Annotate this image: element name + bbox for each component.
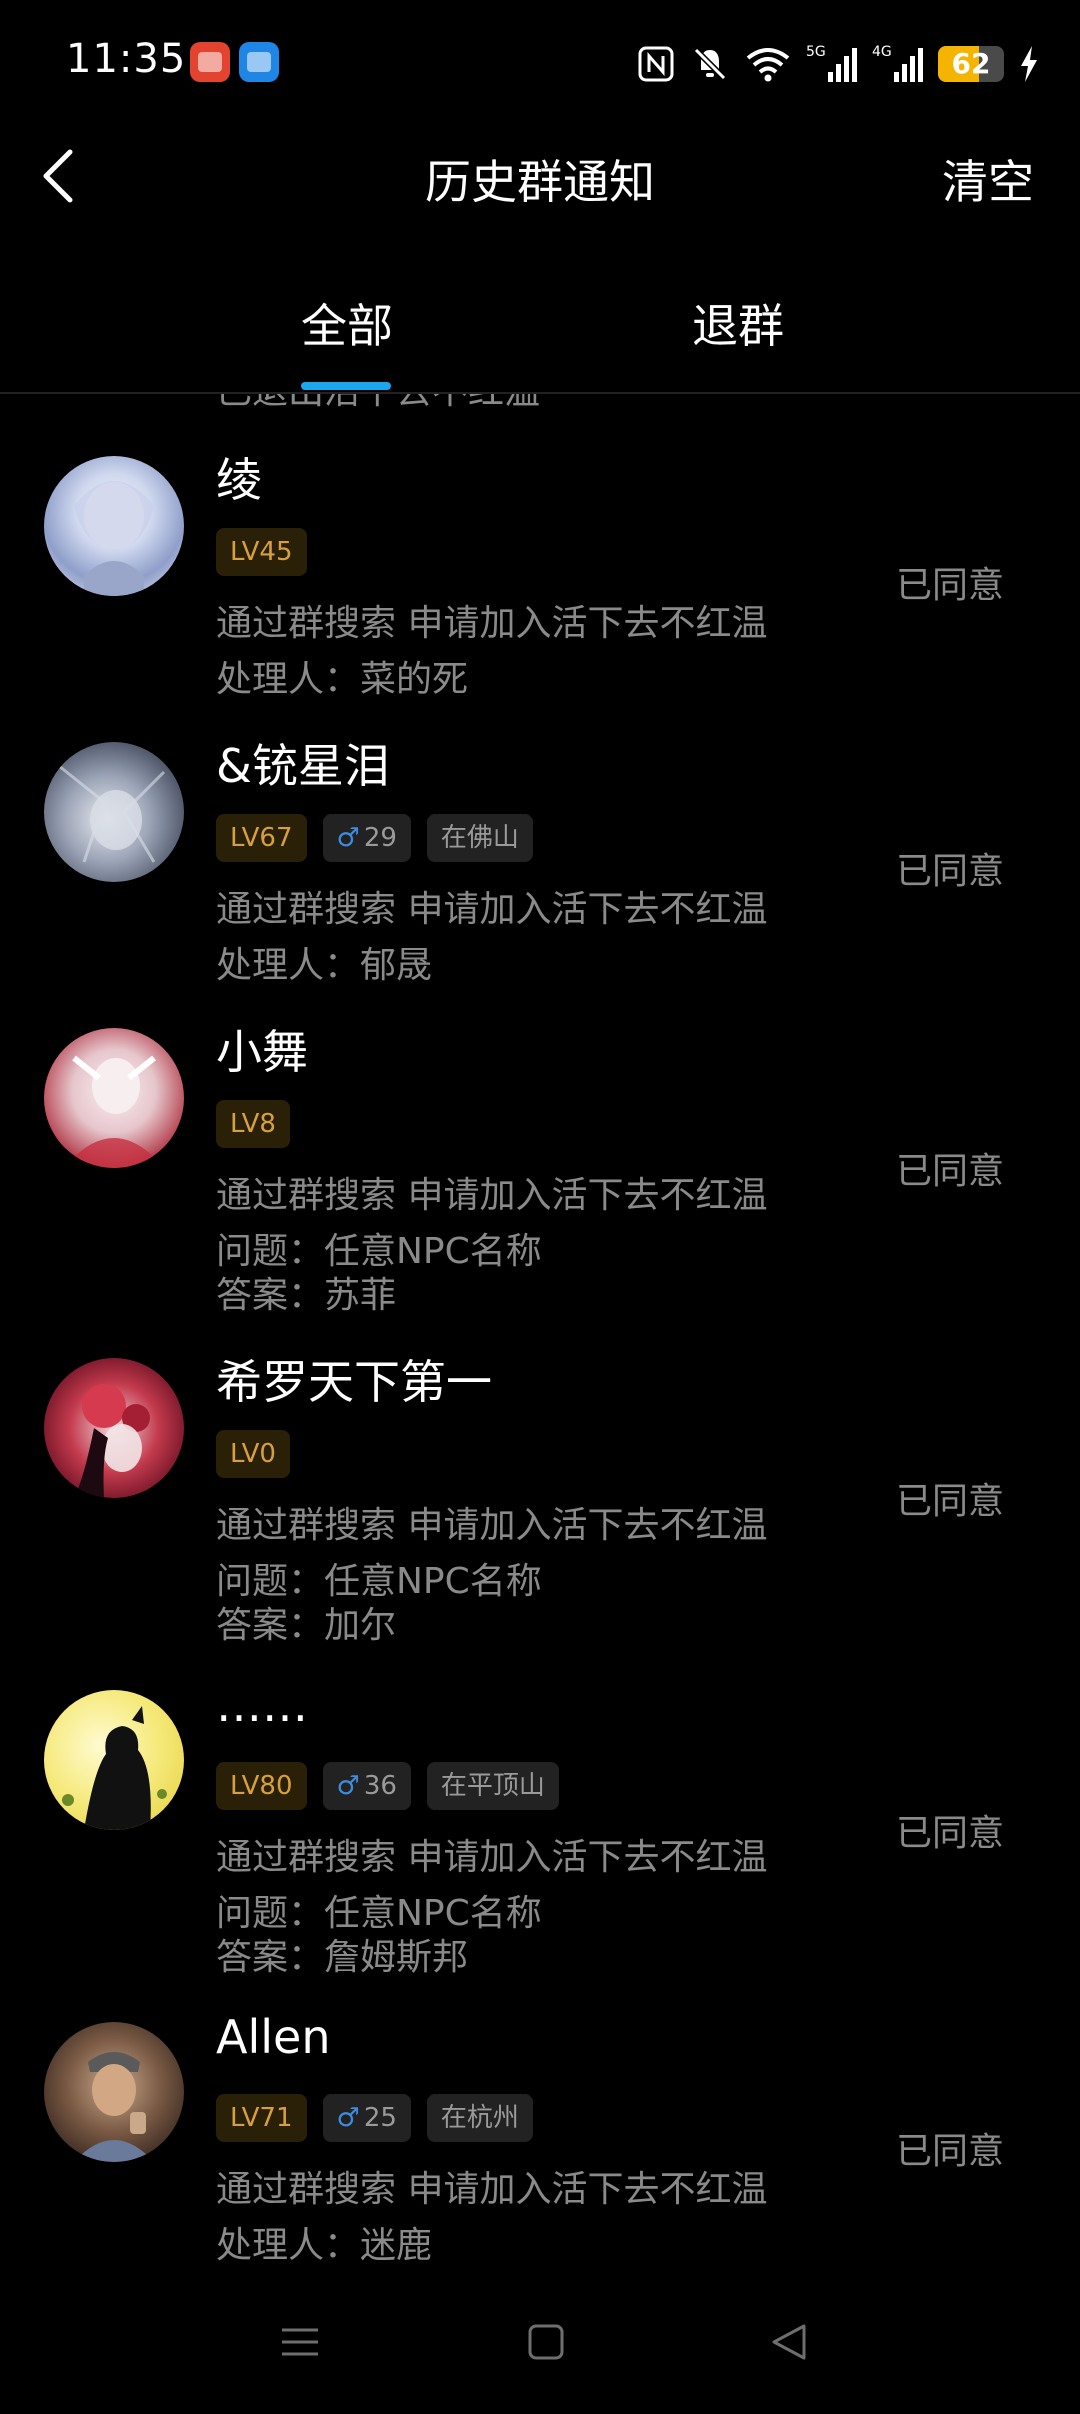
tab-all[interactable]: 全部: [227, 290, 467, 356]
nfc-icon: [638, 46, 674, 82]
male-icon: ♂: [336, 2103, 360, 2133]
request-description: 通过群搜索 申请加入活下去不红温: [216, 889, 768, 930]
level-badge: LV71: [216, 2094, 307, 2142]
active-tab-indicator: [301, 382, 391, 390]
system-navigation-bar: [0, 2284, 1080, 2414]
location-badge: 在佛山: [426, 814, 533, 862]
battery-level: 62: [951, 47, 991, 80]
status-label: 已同意: [895, 1481, 1004, 1522]
avatar[interactable]: [44, 1358, 184, 1498]
signal-4g-icon: 4G: [872, 44, 923, 82]
list-item[interactable]: 绫 LV45 通过群搜索 申请加入活下去不红温 处理人：菜的死 已同意: [0, 394, 1080, 700]
level-badge: LV45: [216, 528, 307, 576]
avatar[interactable]: [44, 742, 184, 882]
member-name: 希罗天下第一: [216, 1355, 492, 1409]
wifi-icon: [746, 48, 790, 82]
status-icons: 5G 4G 62: [636, 40, 1040, 88]
request-description: 通过群搜索 申请加入活下去不红温: [216, 1837, 768, 1878]
app-notification-icon: [190, 42, 230, 82]
tab-quit-group[interactable]: 退群: [618, 290, 858, 356]
request-description: 通过群搜索 申请加入活下去不红温: [216, 1505, 768, 1546]
signal-5g-icon: 5G: [806, 44, 857, 82]
avatar[interactable]: [44, 1690, 184, 1830]
back-triangle-icon[interactable]: [766, 2320, 810, 2364]
tab-bar: 全部 退群: [0, 270, 1080, 394]
age-text: 25: [363, 2103, 397, 2133]
member-name: ……: [216, 1678, 308, 1732]
level-badge: LV80: [216, 1762, 307, 1810]
list-item[interactable]: …… LV80 ♂ 36 在平顶山 通过群搜索 申请加入活下去不红温 问题：任意N…: [0, 1628, 1080, 1978]
status-time: 11:35: [66, 36, 187, 82]
level-badge: LV67: [216, 814, 307, 862]
member-name: Allen: [216, 2010, 331, 2064]
level-badge: LV0: [216, 1430, 290, 1478]
gender-age-badge: ♂ 36: [322, 1762, 411, 1810]
app-notification-icon: [239, 42, 279, 82]
mute-icon: [693, 47, 727, 81]
male-icon: ♂: [336, 823, 360, 853]
location-badge: 在平顶山: [426, 1762, 559, 1810]
gender-age-badge: ♂ 29: [322, 814, 411, 862]
status-label: 已同意: [895, 565, 1004, 606]
avatar[interactable]: [44, 1028, 184, 1168]
member-tags: LV45: [216, 528, 307, 576]
request-description: 通过群搜索 申请加入活下去不红温: [216, 603, 768, 644]
status-label: 已同意: [895, 851, 1004, 892]
member-name: 绫: [216, 453, 262, 507]
list-item[interactable]: 希罗天下第一 LV0 通过群搜索 申请加入活下去不红温 问题：任意NPC名称 答…: [0, 1296, 1080, 1646]
member-tags: LV0: [216, 1430, 290, 1478]
charging-icon: [1021, 46, 1037, 82]
avatar[interactable]: [44, 2022, 184, 2162]
clear-button[interactable]: 清空: [942, 146, 1034, 212]
member-tags: LV71 ♂ 25 在杭州: [216, 2094, 533, 2142]
member-name: 小舞: [216, 1025, 308, 1079]
male-icon: ♂: [336, 1771, 360, 1801]
notification-list[interactable]: 已退出活下去不红温 绫 LV45 通过群搜索 申请加入活下去不红温 处理人：菜的…: [0, 394, 1080, 2284]
status-label: 已同意: [895, 1813, 1004, 1854]
request-description: 通过群搜索 申请加入活下去不红温: [216, 1175, 768, 1216]
handler-text: 处理人：迷鹿: [216, 2225, 433, 2266]
list-item[interactable]: &铳星泪 LV67 ♂ 29 在佛山 通过群搜索 申请加入活下去不红温 处理人：郁…: [0, 680, 1080, 986]
status-label: 已同意: [895, 2131, 1004, 2172]
status-bar: 11:35 5G 4G 62: [0, 0, 1080, 128]
svg-text:5G: 5G: [806, 44, 826, 60]
battery-icon: 62: [938, 46, 1004, 82]
gender-age-badge: ♂ 25: [322, 2094, 411, 2142]
member-tags: LV80 ♂ 36 在平顶山: [216, 1762, 559, 1810]
list-item[interactable]: 小舞 LV8 通过群搜索 申请加入活下去不红温 问题：任意NPC名称 答案：苏菲…: [0, 966, 1080, 1316]
menu-icon[interactable]: [278, 2320, 322, 2364]
status-label: 已同意: [895, 1151, 1004, 1192]
member-name: &铳星泪: [216, 739, 390, 793]
member-tags: LV67 ♂ 29 在佛山: [216, 814, 533, 862]
request-description: 通过群搜索 申请加入活下去不红温: [216, 2169, 768, 2210]
home-icon[interactable]: [524, 2320, 568, 2364]
avatar[interactable]: [44, 456, 184, 596]
age-text: 29: [363, 823, 397, 853]
age-text: 36: [363, 1771, 397, 1801]
svg-text:4G: 4G: [872, 44, 892, 60]
list-item[interactable]: Allen LV71 ♂ 25 在杭州 通过群搜索 申请加入活下去不红温 处理人：…: [0, 1960, 1080, 2266]
member-tags: LV8: [216, 1100, 290, 1148]
level-badge: LV8: [216, 1100, 290, 1148]
page-title: 历史群通知: [425, 155, 655, 209]
location-badge: 在杭州: [426, 2094, 533, 2142]
